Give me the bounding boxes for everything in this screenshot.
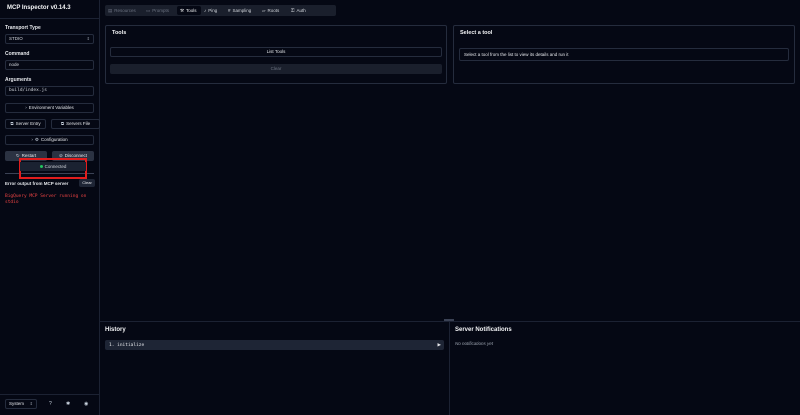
- wrench-icon: ⚒: [180, 8, 185, 13]
- history-title: History: [105, 327, 126, 333]
- server-entry-label: Server Entry: [15, 121, 41, 126]
- key-icon: ⚿: [291, 8, 295, 13]
- tool-detail-message: Select a tool from the list to view its …: [459, 48, 789, 61]
- list-tools-button[interactable]: List Tools: [110, 47, 442, 57]
- clear-error-button[interactable]: Clear: [79, 179, 95, 187]
- command-label: Command: [5, 51, 30, 57]
- chevron-updown-icon: ⇕: [86, 36, 90, 41]
- tab-label: Tools: [186, 8, 197, 13]
- tool-detail-title: Select a tool: [460, 30, 493, 36]
- folder-icon: ▱: [262, 8, 266, 13]
- tab-label: Roots: [267, 8, 280, 13]
- divider: [449, 322, 450, 415]
- tab-label: Resources: [114, 8, 136, 13]
- tab-auth[interactable]: ⚿ Auth: [291, 6, 315, 15]
- history-item-label: 1. initialize: [109, 343, 145, 348]
- notifications-title: Server Notifications: [455, 327, 512, 333]
- copy-icon: ⧉: [10, 121, 14, 126]
- copy-icon: ⧉: [60, 121, 65, 126]
- tab-label: Auth: [296, 8, 306, 13]
- arguments-input[interactable]: build/index.js: [5, 86, 94, 96]
- resources-icon: ▤: [108, 8, 113, 13]
- transport-type-value: STDIO: [9, 36, 23, 41]
- tab-resources[interactable]: ▤ Resources: [108, 6, 144, 15]
- tab-roots[interactable]: ▱ Roots: [262, 6, 288, 15]
- prompts-icon: ▭: [146, 8, 151, 13]
- expand-icon[interactable]: ▶: [438, 340, 441, 350]
- server-entry-button[interactable]: ⧉ Server Entry: [5, 119, 46, 129]
- divider: [100, 321, 800, 322]
- tab-label: Sampling: [232, 8, 252, 13]
- bug-icon[interactable]: ✱: [66, 401, 70, 407]
- tab-label: Prompts: [152, 8, 170, 13]
- configuration-label: Configuration: [40, 137, 68, 142]
- notifications-empty-text: No notifications yet: [455, 341, 494, 346]
- error-output-text: BigQuery MCP Server running on stdio: [5, 194, 87, 205]
- theme-value: System: [9, 401, 25, 406]
- transport-type-label: Transport Type: [5, 25, 41, 31]
- bell-icon: ♪: [204, 8, 207, 13]
- history-item[interactable]: 1. initialize ▶: [105, 340, 444, 350]
- sidebar: MCP Inspector v0.14.3 Transport Type STD…: [0, 0, 100, 415]
- theme-select[interactable]: System ⇕: [5, 399, 37, 409]
- servers-file-button[interactable]: ⧉ Servers File: [51, 119, 100, 129]
- divider: [0, 18, 100, 19]
- tab-sampling[interactable]: # Sampling: [228, 6, 260, 15]
- tab-bar: ▤ Resources ▭ Prompts ⚒ Tools ♪ Ping # Sampli…: [105, 5, 336, 16]
- chevron-right-icon: ›: [31, 137, 33, 142]
- tab-ping[interactable]: ♪ Ping: [204, 6, 226, 15]
- tab-prompts[interactable]: ▭ Prompts: [146, 6, 176, 15]
- servers-file-label: Servers File: [66, 121, 91, 126]
- tools-panel: Tools List Tools Clear: [105, 25, 447, 84]
- tab-tools[interactable]: ⚒ Tools: [177, 6, 201, 15]
- command-input[interactable]: node: [5, 60, 94, 70]
- tool-detail-panel: Select a tool Select a tool from the lis…: [453, 25, 795, 84]
- chevron-updown-icon: ⇕: [29, 401, 33, 406]
- configuration-button[interactable]: › ⚙ Configuration: [5, 135, 94, 145]
- chevron-right-icon: ›: [25, 105, 27, 110]
- clear-tools-button[interactable]: Clear: [110, 64, 442, 74]
- resize-handle[interactable]: [444, 319, 454, 321]
- divider: [0, 394, 100, 395]
- hash-icon: #: [228, 8, 231, 13]
- github-icon[interactable]: ◉: [84, 401, 88, 407]
- connection-status: Connected: [20, 162, 86, 171]
- connection-status-text: Connected: [44, 164, 67, 169]
- arguments-label: Arguments: [5, 77, 32, 83]
- transport-type-select[interactable]: STDIO ⇕: [5, 34, 94, 44]
- app-title: MCP Inspector v0.14.3: [7, 5, 71, 11]
- environment-variables-button[interactable]: › Environment Variables: [5, 103, 94, 113]
- error-output-label: Error output from MCP server: [5, 181, 69, 186]
- gear-icon: ⚙: [34, 137, 39, 142]
- environment-variables-label: Environment Variables: [28, 105, 74, 110]
- tools-panel-title: Tools: [112, 30, 127, 36]
- status-dot-icon: [39, 165, 43, 169]
- help-icon[interactable]: ?: [49, 401, 52, 407]
- tab-label: Ping: [208, 8, 218, 13]
